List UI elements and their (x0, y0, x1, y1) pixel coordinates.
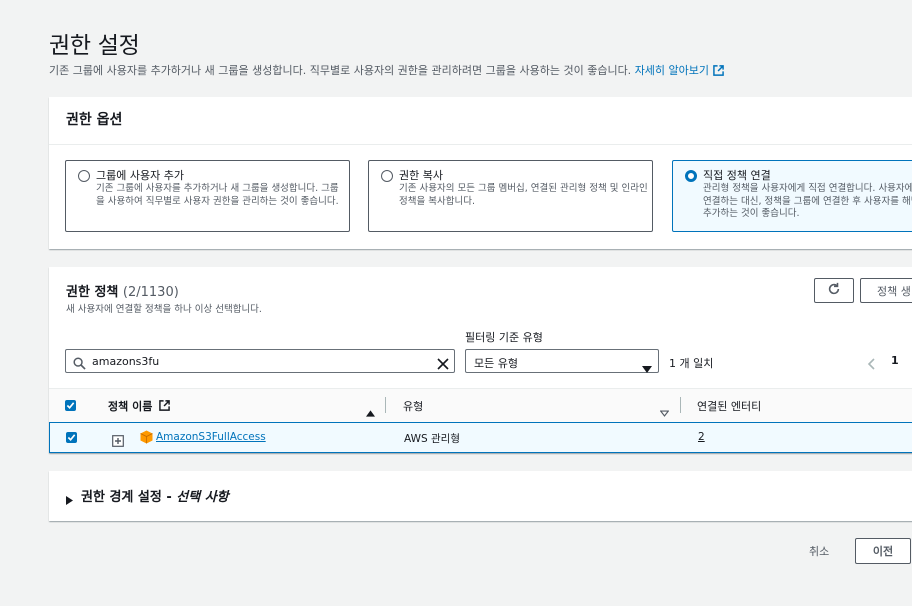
match-count: 1 개 일치 (669, 357, 714, 370)
permission-options-panel: 권한 옵션 그룹에 사용자 추가 기존 그룹에 사용자를 추가하거나 새 그룹을… (49, 97, 912, 249)
page-description-text: 기존 그룹에 사용자를 추가하거나 새 그룹을 생성합니다. 직무별로 사용자의… (49, 64, 632, 77)
option-copy-permissions[interactable]: 권한 복사 기존 사용자의 모든 그룹 멤버십, 연결된 관리형 정책 및 인라… (368, 160, 653, 232)
learn-more-label: 자세히 알아보기 (634, 64, 710, 77)
cancel-button[interactable]: 취소 (809, 543, 829, 559)
permission-options-heading: 권한 옵션 (66, 112, 123, 128)
option-description: 기존 사용자의 모든 그룹 멤버십, 연결된 관리형 정책 및 인라인 정책을 … (399, 183, 648, 207)
external-link-icon (713, 65, 724, 79)
filter-type-value: 모든 유형 (474, 357, 518, 370)
column-type[interactable]: 유형 (403, 398, 423, 414)
option-attach-policies-directly[interactable]: 직접 정책 연결 관리형 정책을 사용자에게 직접 연결합니다. 사용자에게 직… (672, 160, 912, 232)
option-title: 권한 복사 (399, 169, 443, 182)
radio-attach-policies-directly[interactable] (685, 170, 697, 182)
search-input[interactable]: amazons3fu (65, 349, 455, 373)
option-description: 관리형 정책을 사용자에게 직접 연결합니다. 사용자에게 직접 연결하는 대신… (703, 183, 912, 219)
policies-subtitle: 새 사용자에 연결할 정책을 하나 이상 선택합니다. (66, 304, 262, 315)
chevron-left-icon[interactable] (867, 355, 875, 374)
previous-button[interactable]: 이전 (855, 538, 911, 564)
row-checkbox[interactable] (66, 432, 77, 443)
select-all-checkbox[interactable] (65, 400, 76, 411)
filter-type-select[interactable]: 모든 유형 (465, 349, 659, 373)
caret-right-icon[interactable] (66, 490, 73, 509)
sort-ascending-icon[interactable] (366, 402, 375, 421)
radio-copy-permissions[interactable] (381, 170, 393, 182)
clear-search-icon[interactable] (437, 355, 449, 374)
page-title: 권한 설정 (49, 33, 140, 59)
refresh-button[interactable] (814, 278, 854, 303)
radio-add-to-group[interactable] (78, 170, 90, 182)
permission-policies-panel: 권한 정책 (2/1130) 새 사용자에 연결할 정책을 하나 이상 선택합니… (49, 267, 912, 453)
option-title: 그룹에 사용자 추가 (96, 169, 184, 182)
column-attached-entities[interactable]: 연결된 엔터티 (697, 398, 761, 414)
permissions-boundary-panel[interactable]: 권한 경계 설정 - 선택 사항 (49, 471, 912, 521)
policy-type: AWS 관리형 (404, 433, 460, 445)
page-number[interactable]: 1 (891, 354, 899, 367)
policy-name-link[interactable]: AmazonS3FullAccess (156, 431, 266, 443)
boundary-title-optional: 선택 사항 (176, 490, 229, 505)
permissions-boundary-title[interactable]: 권한 경계 설정 - 선택 사항 (81, 486, 229, 505)
boundary-title-text: 권한 경계 설정 - (81, 490, 177, 505)
option-title: 직접 정책 연결 (703, 169, 771, 182)
panel-divider (49, 144, 912, 145)
aws-managed-policy-icon (140, 429, 153, 448)
search-value: amazons3fu (92, 355, 160, 368)
create-policy-button[interactable]: 정책 생 (860, 278, 912, 303)
search-icon (73, 355, 86, 374)
external-link-icon (159, 400, 170, 414)
column-separator (680, 397, 681, 413)
table-row[interactable]: AmazonS3FullAccess AWS 관리형 2 (49, 422, 912, 453)
refresh-icon (827, 282, 841, 299)
option-description: 기존 그룹에 사용자를 추가하거나 새 그룹을 생성합니다. 그룹을 사용하여 … (96, 183, 339, 207)
expand-icon[interactable] (112, 432, 124, 451)
policies-title-text: 권한 정책 (66, 285, 119, 300)
filter-type-label: 필터링 기준 유형 (465, 331, 543, 344)
page-description: 기존 그룹에 사용자를 추가하거나 새 그룹을 생성합니다. 직무별로 사용자의… (49, 62, 724, 79)
table-header: 정책 이름 유형 연결된 엔터티 (49, 388, 912, 424)
policies-count: (2/1130) (122, 285, 179, 300)
option-add-to-group[interactable]: 그룹에 사용자 추가 기존 그룹에 사용자를 추가하거나 새 그룹을 생성합니다… (65, 160, 350, 232)
caret-down-icon (642, 358, 652, 377)
column-policy-name[interactable]: 정책 이름 (108, 398, 170, 414)
learn-more-link[interactable]: 자세히 알아보기 (635, 64, 724, 77)
column-separator (385, 397, 386, 413)
column-policy-name-label: 정책 이름 (108, 400, 153, 413)
policies-title: 권한 정책 (2/1130) (66, 281, 179, 300)
sort-icon[interactable] (659, 402, 670, 421)
attached-entities-link[interactable]: 2 (698, 431, 705, 443)
